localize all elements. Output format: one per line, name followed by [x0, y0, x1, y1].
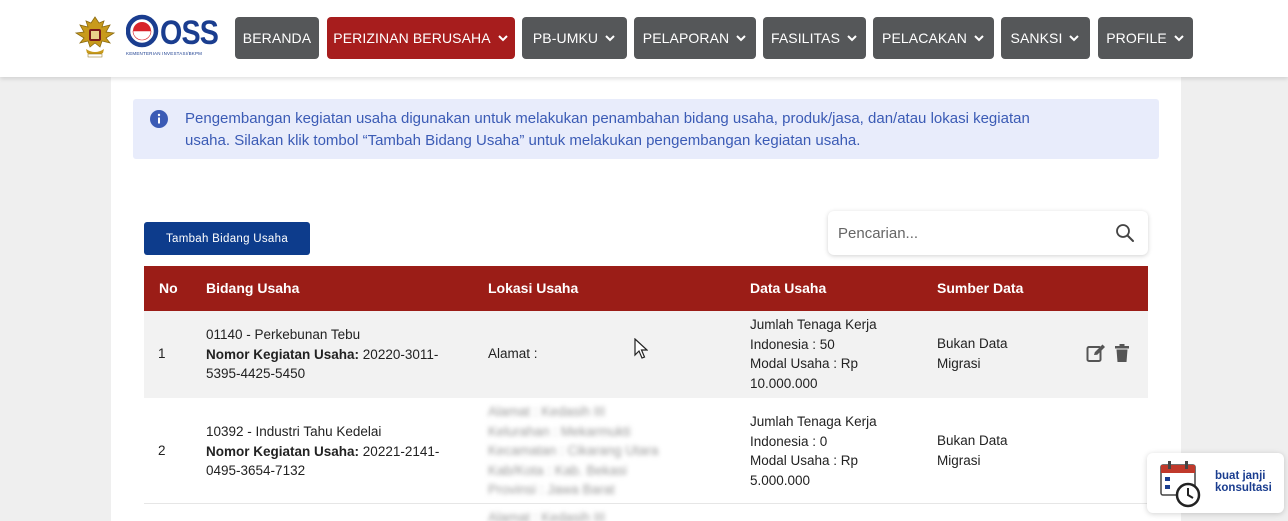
nav-pelacakan[interactable]: PELACAKAN: [873, 17, 994, 59]
sumber-line: Migrasi: [937, 355, 981, 371]
sumber-line: Bukan Data: [937, 336, 1008, 351]
mouse-cursor-icon: [634, 338, 648, 359]
nav-label: PERIZINAN BERUSAHA: [333, 30, 491, 46]
header-data-usaha: Data Usaha: [750, 280, 827, 296]
data-line: Jumlah Tenaga Kerja: [750, 414, 877, 429]
sumber-line: Bukan Data: [937, 433, 1008, 448]
nomor-value-a: 20221-2141-: [362, 443, 440, 459]
data-line: 5.000.000: [750, 472, 811, 488]
nav-perizinan-berusaha[interactable]: PERIZINAN BERUSAHA: [327, 17, 515, 59]
nav-pelaporan[interactable]: PELAPORAN: [634, 17, 756, 59]
nomor-kegiatan: Nomor Kegiatan Usaha: 20221-2141-: [206, 442, 466, 462]
consult-line-2: konsultasi: [1215, 482, 1272, 494]
nav-label: PROFILE: [1106, 30, 1167, 46]
garuda-emblem-icon: [74, 16, 116, 58]
logo-text: OSS: [160, 14, 218, 48]
chevron-down-icon: [497, 35, 508, 42]
chevron-down-icon: [847, 35, 857, 42]
nav-pb-umku[interactable]: PB-UMKU: [522, 17, 627, 59]
nomor-value-b: 0495-3654-7132: [206, 463, 306, 478]
nomor-kegiatan: Nomor Kegiatan Usaha: 20220-3011-: [206, 345, 466, 365]
calendar-clock-icon: [1160, 461, 1201, 508]
info-icon: [150, 110, 168, 128]
nomor-value-a: 20220-3011-: [362, 346, 439, 362]
nomor-label: Nomor Kegiatan Usaha:: [206, 443, 360, 459]
info-alert: Pengembangan kegiatan usaha digunakan un…: [133, 99, 1159, 159]
header-no: No: [159, 280, 178, 296]
nav-sanksi[interactable]: SANKSI: [1001, 17, 1090, 59]
nav-label: SANKSI: [1010, 30, 1063, 46]
row-lokasi-usaha: Alamat :: [488, 346, 538, 361]
data-line: Modal Usaha : Rp: [750, 453, 859, 468]
table-header: No Bidang Usaha Lokasi Usaha Data Usaha …: [144, 266, 1148, 311]
nomor-value-b: 5395-4425-5450: [206, 366, 306, 381]
nav-label: FASILITAS: [770, 30, 841, 46]
row-bidang-usaha: 01140 - Perkebunan Tebu Nomor Kegiatan U…: [206, 325, 466, 384]
chevron-down-icon: [736, 35, 746, 42]
header-bidang-usaha: Bidang Usaha: [206, 280, 300, 296]
logo-subtitle: KEMENTERIAN INVESTASI/BKPM: [126, 51, 203, 56]
bidang-name: 01140 - Perkebunan Tebu: [206, 327, 361, 342]
row-bidang-usaha: 10392 - Industri Tahu Kedelai Nomor Kegi…: [206, 422, 466, 481]
oss-logo[interactable]: OSS KEMENTERIAN INVESTASI/BKPM: [126, 14, 218, 62]
trash-icon[interactable]: [1112, 343, 1132, 363]
nav-profile[interactable]: PROFILE: [1098, 17, 1193, 59]
data-line: Modal Usaha : Rp: [750, 356, 859, 371]
lokasi-line: Kab/Kota : Kab. Bekasi: [488, 462, 627, 478]
chevron-down-icon: [974, 35, 984, 42]
buat-janji-konsultasi-widget[interactable]: buat janji konsultasi: [1147, 453, 1284, 513]
row-lokasi-usaha: Alamat : Kedasih III: [488, 510, 606, 521]
search-icon[interactable]: [1115, 223, 1135, 243]
nav-label: PB-UMKU: [532, 30, 599, 46]
top-navigation-bar: OSS KEMENTERIAN INVESTASI/BKPM BERANDA P…: [0, 0, 1288, 77]
row-sumber-data: Bukan Data Migrasi: [937, 431, 1008, 470]
nav-beranda[interactable]: BERANDA: [235, 17, 319, 59]
data-line: Indonesia : 50: [750, 336, 835, 352]
lokasi-line: Alamat : Kedasih III: [488, 404, 606, 419]
bidang-name: 10392 - Industri Tahu Kedelai: [206, 424, 382, 439]
row-lokasi-usaha: Alamat : Kedasih III Kelurahan : Mekarmu…: [488, 402, 658, 500]
nav-label: PELAPORAN: [642, 30, 730, 46]
edit-icon[interactable]: [1086, 343, 1106, 363]
search-input[interactable]: [838, 219, 1108, 247]
data-line: Indonesia : 0: [750, 433, 828, 449]
row-sumber-data: Bukan Data Migrasi: [937, 334, 1008, 373]
nav-label: BERANDA: [242, 30, 312, 46]
tambah-bidang-usaha-button[interactable]: Tambah Bidang Usaha: [144, 222, 310, 255]
nav-fasilitas[interactable]: FASILITAS: [763, 17, 866, 59]
nomor-label: Nomor Kegiatan Usaha:: [206, 346, 360, 362]
row-data-usaha: Jumlah Tenaga Kerja Indonesia : 0 Modal …: [750, 412, 877, 490]
lokasi-line: Kelurahan : Mekarmukti: [488, 423, 631, 439]
lokasi-line: Kecamatan : Cikarang Utara: [488, 443, 659, 458]
header-sumber-data: Sumber Data: [937, 280, 1024, 296]
sumber-line: Migrasi: [937, 452, 981, 468]
data-line: Jumlah Tenaga Kerja: [750, 317, 877, 332]
lokasi-line: Provinsi : Jawa Barat: [488, 482, 615, 497]
row-no: 2: [158, 443, 166, 458]
consult-label: buat janji konsultasi: [1215, 470, 1272, 494]
nav-label: PELACAKAN: [882, 30, 967, 46]
info-alert-text: Pengembangan kegiatan usaha digunakan un…: [185, 108, 1145, 152]
table-row: Alamat : Kedasih III: [144, 504, 1148, 521]
row-no: 1: [158, 346, 166, 361]
chevron-down-icon: [1069, 35, 1080, 42]
chevron-down-icon: [605, 35, 615, 42]
table-row: 2 10392 - Industri Tahu Kedelai Nomor Ke…: [144, 398, 1148, 504]
info-line-2: usaha. Silakan klik tombol “Tambah Bidan…: [185, 132, 861, 149]
header-lokasi-usaha: Lokasi Usaha: [488, 280, 579, 296]
chevron-down-icon: [1174, 35, 1184, 42]
search-box: [828, 211, 1148, 255]
info-line-1: Pengembangan kegiatan usaha digunakan un…: [185, 110, 1030, 127]
consult-line-1: buat janji: [1215, 470, 1266, 482]
oss-logo-mark: OSS: [126, 14, 218, 48]
data-line: 10.000.000: [750, 375, 818, 391]
row-data-usaha: Jumlah Tenaga Kerja Indonesia : 50 Modal…: [750, 315, 877, 393]
